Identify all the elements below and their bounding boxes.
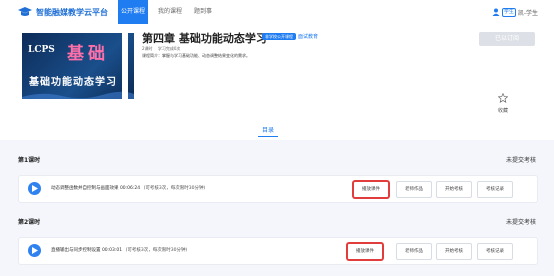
course-intro: 课程简介：掌握与学习基础功能、动态调整结果变化的需求。 bbox=[142, 53, 250, 58]
tab-third[interactable]: 题到事 bbox=[192, 0, 214, 24]
play-courseware-button[interactable]: 播放课件 bbox=[347, 243, 383, 260]
lesson-row: 动态调整函数并自控制与画面效果 00:06:24 (可考核3次，每次限时30分钟… bbox=[18, 175, 538, 203]
lesson-note: (可考核3次，每次限时30分钟) bbox=[143, 186, 206, 191]
user-role-badge: 学生 bbox=[501, 7, 516, 17]
lesson-duration: 00:03:01 bbox=[101, 248, 123, 253]
graduation-cap-icon bbox=[18, 7, 32, 16]
course-title: 第四章 基础功能动态学习 bbox=[142, 32, 267, 45]
course-cover-image: LCPS 基础 基础功能动态学习 bbox=[22, 33, 134, 99]
lesson-count: 2课时 bbox=[142, 46, 153, 51]
play-icon bbox=[32, 247, 38, 254]
star-outline-icon bbox=[497, 92, 509, 103]
subscribe-status-button[interactable]: 已以订阅 bbox=[479, 32, 535, 46]
course-meta: 2课时 学习完成0次 bbox=[142, 46, 184, 52]
play-button[interactable] bbox=[28, 182, 41, 195]
platform-logo[interactable]: 智能融媒教学云平台 bbox=[18, 5, 108, 19]
tab-table-of-contents[interactable]: 目录 bbox=[262, 125, 274, 134]
lesson-name: 动态调整函数并自控制与画面效果 bbox=[51, 186, 119, 191]
course-category-link[interactable]: 面试教育 bbox=[298, 33, 318, 40]
lesson-row: 直播输出与同步控制设置 00:03:01 (可考核3次，每次限时30分钟) 播放… bbox=[18, 237, 538, 265]
start-assessment-button[interactable]: 开始考核 bbox=[436, 181, 472, 198]
course-info-card: LCPS 基础 基础功能动态学习 第四章 基础功能动态学习 非学校公开课程 面试… bbox=[0, 24, 554, 140]
user-icon bbox=[492, 8, 500, 16]
cover-big-text: 基础 bbox=[67, 44, 109, 64]
section-title: 第2课时 bbox=[18, 219, 41, 226]
teacher-works-button[interactable]: 老师作品 bbox=[396, 181, 432, 198]
section-header: 第1课时 未提交考核 bbox=[0, 155, 554, 167]
tab-public-courses[interactable]: 公开课程 bbox=[118, 0, 148, 24]
play-courseware-button[interactable]: 播放课件 bbox=[353, 181, 389, 198]
lesson-title[interactable]: 直播输出与同步控制设置 00:03:01 (可考核3次，每次限时30分钟) bbox=[51, 247, 187, 253]
tab-my-courses[interactable]: 我的课程 bbox=[157, 0, 183, 24]
cover-side-strip bbox=[122, 33, 128, 99]
section-status: 未提交考核 bbox=[505, 157, 536, 164]
cover-english-text: LCPS bbox=[28, 45, 55, 55]
lesson-title[interactable]: 动态调整函数并自控制与画面效果 00:06:24 (可考核3次，每次限时30分钟… bbox=[51, 185, 205, 191]
teacher-works-button[interactable]: 老师作品 bbox=[396, 243, 432, 260]
course-tag: 非学校公开课程 bbox=[262, 33, 296, 40]
lesson-duration: 00:06:24 bbox=[119, 186, 141, 191]
lesson-note: (可考核3次，每次限时30分钟) bbox=[125, 248, 188, 253]
play-icon bbox=[32, 185, 38, 192]
assessment-records-button[interactable]: 考核记录 bbox=[477, 181, 513, 198]
favorite-label: 收藏 bbox=[497, 108, 508, 114]
assessment-records-button[interactable]: 考核记录 bbox=[477, 243, 513, 260]
cover-subtitle: 基础功能动态学习 bbox=[29, 77, 117, 88]
section-title: 第1课时 bbox=[18, 157, 41, 164]
active-tab-indicator bbox=[258, 136, 278, 137]
user-menu[interactable]: 学生 凯-学生 bbox=[492, 6, 538, 18]
user-name: 凯-学生 bbox=[517, 9, 538, 17]
cover-wave-decoration bbox=[22, 91, 134, 99]
play-button[interactable] bbox=[28, 244, 41, 257]
lesson-name: 直播输出与同步控制设置 bbox=[51, 248, 101, 253]
top-navigation-bar: 智能融媒教学云平台 公开课程 我的课程 题到事 学生 凯-学生 bbox=[0, 0, 554, 25]
platform-name: 智能融媒教学云平台 bbox=[36, 7, 108, 17]
favorite-button[interactable]: 收藏 bbox=[494, 88, 512, 114]
section-header: 第2课时 未提交考核 bbox=[0, 217, 554, 229]
start-assessment-button[interactable]: 开始考核 bbox=[436, 243, 472, 260]
completion-count: 学习完成0次 bbox=[157, 46, 181, 51]
section-status: 未提交考核 bbox=[505, 219, 536, 226]
